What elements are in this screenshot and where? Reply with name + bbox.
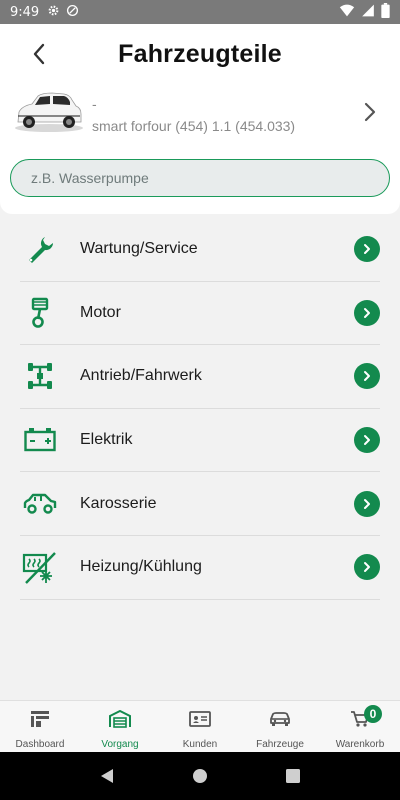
- vehicle-image: [14, 92, 84, 134]
- nav-label: Fahrzeuge: [256, 739, 304, 750]
- category-label: Heizung/Kühlung: [80, 558, 202, 576]
- chevron-right-icon: [364, 102, 376, 127]
- chevron-right-icon[interactable]: [354, 363, 380, 390]
- chassis-icon: [20, 356, 60, 396]
- category-item-wartung-service[interactable]: Wartung/Service: [20, 218, 380, 282]
- category-label: Wartung/Service: [80, 240, 198, 258]
- status-time: 9:49: [10, 4, 40, 20]
- car-icon: [269, 710, 291, 733]
- nav-label: Vorgang: [101, 739, 139, 750]
- category-label: Motor: [80, 303, 121, 321]
- nav-dashboard[interactable]: Dashboard: [0, 701, 80, 752]
- chevron-right-icon[interactable]: [354, 236, 380, 263]
- vehicle-model: smart forfour (454) 1.1 (454.033): [92, 118, 296, 134]
- category-item-heizung-kuehlung[interactable]: Heizung/Kühlung: [20, 536, 380, 600]
- vehicle-selector[interactable]: - smart forfour (454) 1.1 (454.033): [0, 86, 400, 146]
- piston-icon: [20, 293, 60, 333]
- car-body-icon: [20, 484, 60, 524]
- dashboard-icon: [30, 710, 50, 733]
- status-bar: 9:49: [0, 0, 400, 24]
- signal-icon: [361, 4, 375, 20]
- wrench-icon: [20, 229, 60, 269]
- category-item-antrieb-fahrwerk[interactable]: Antrieb/Fahrwerk: [20, 345, 380, 409]
- chevron-right-icon[interactable]: [354, 299, 380, 326]
- battery-icon: [381, 3, 390, 21]
- garage-icon: [109, 709, 131, 733]
- category-list: Wartung/Service Motor Antrieb/Fahrwerk E…: [20, 218, 380, 600]
- vehicle-name: -: [92, 96, 97, 112]
- heating-cooling-icon: [20, 547, 60, 587]
- cart-count-badge: 0: [364, 705, 382, 723]
- recents-square-icon[interactable]: [285, 768, 301, 784]
- category-item-motor[interactable]: Motor: [20, 282, 380, 346]
- no-disturb-icon: [66, 4, 79, 20]
- wifi-icon: [339, 4, 355, 20]
- nav-kunden[interactable]: Kunden: [160, 701, 240, 752]
- category-item-karosserie[interactable]: Karosserie: [20, 472, 380, 536]
- chevron-right-icon[interactable]: [354, 490, 380, 517]
- chevron-right-icon[interactable]: [354, 427, 380, 454]
- page-title: Fahrzeugteile: [118, 40, 282, 68]
- nav-vorgang[interactable]: Vorgang: [80, 701, 160, 752]
- battery-icon: [20, 420, 60, 460]
- back-triangle-icon[interactable]: [99, 768, 115, 784]
- category-label: Elektrik: [80, 431, 133, 449]
- gear-icon: [47, 4, 60, 20]
- nav-label: Warenkorb: [335, 739, 385, 750]
- nav-label: Dashboard: [15, 739, 65, 750]
- nav-warenkorb[interactable]: 0 Warenkorb: [320, 701, 400, 752]
- contact-card-icon: [189, 710, 211, 733]
- system-navigation-bar: [0, 752, 400, 800]
- category-label: Karosserie: [80, 494, 157, 512]
- nav-fahrzeuge[interactable]: Fahrzeuge: [240, 701, 320, 752]
- header-card: Fahrzeugteile - smart forfour (454) 1.1 …: [0, 24, 400, 214]
- category-label: Antrieb/Fahrwerk: [80, 367, 202, 385]
- chevron-right-icon[interactable]: [354, 554, 380, 581]
- search-input[interactable]: [10, 159, 390, 197]
- nav-label: Kunden: [182, 739, 218, 750]
- home-circle-icon[interactable]: [192, 768, 208, 784]
- category-item-elektrik[interactable]: Elektrik: [20, 409, 380, 473]
- bottom-navigation: Dashboard Vorgang Kunden Fahrzeuge 0 War…: [0, 700, 400, 752]
